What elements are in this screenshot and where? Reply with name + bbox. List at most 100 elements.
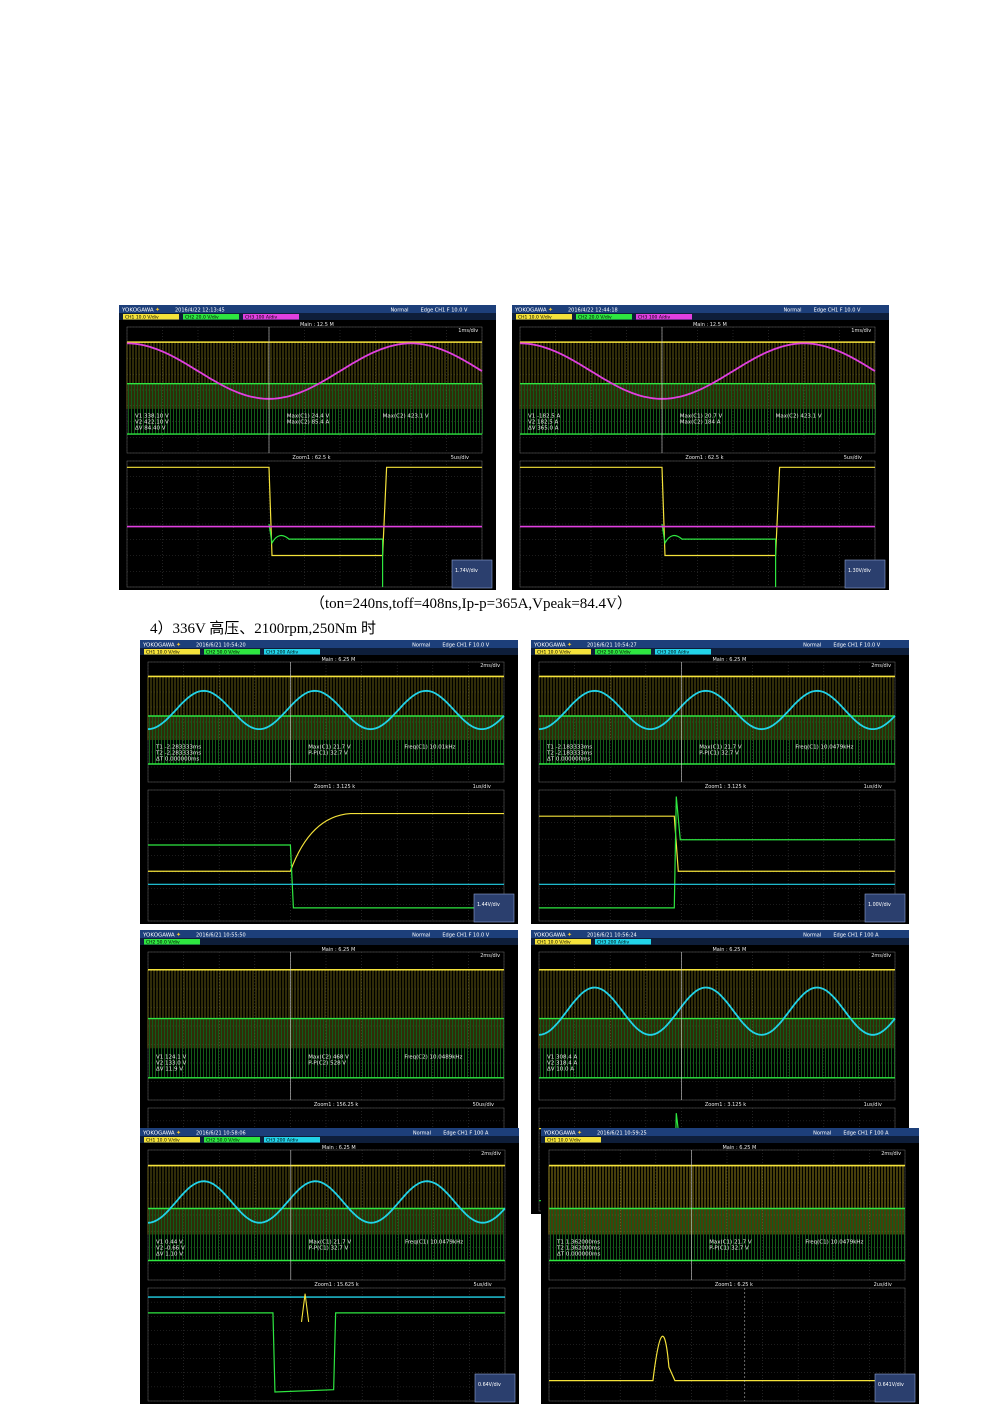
timestamp: 2016/6/21 10:55:50: [196, 933, 246, 939]
ch1-label: CH1 10.0 V/div: [537, 939, 571, 945]
brand-logo: YOKOGAWA: [543, 1131, 576, 1137]
ch1-label: CH1 10.0 V/div: [146, 1137, 180, 1143]
ch2-label: CH2 20.0 V/div: [185, 314, 219, 320]
ch1-label: CH1 10.0 V/div: [518, 314, 552, 320]
acq-mode: Normal: [390, 308, 408, 314]
info-box: [451, 559, 493, 589]
zoom-div: 1us/div: [473, 784, 491, 790]
scope-screenshot-1: YOKOGAWA ✦ 2016/4/22 12:13:45 Normal Edge CH…: [119, 305, 496, 590]
main-timebase: Main : 6.25 M: [322, 1145, 356, 1151]
info-box: [844, 559, 886, 589]
brand-logo: YOKOGAWA: [142, 1131, 175, 1137]
ch3-label: CH3 200 A/div: [266, 1137, 299, 1143]
zoom-timebase: Zoom1 : 156.25 k: [314, 1102, 359, 1108]
timestamp: 2016/6/21 10:54:20: [196, 643, 246, 649]
ch3-label: CH3 200 A/div: [657, 649, 690, 655]
zoom-grid: [538, 789, 896, 922]
green-rise-trace: [539, 796, 895, 909]
acq-mode: Normal: [413, 1131, 431, 1137]
zoom-grid: [126, 460, 483, 588]
trigger-setting: Edge CH1 F 100 A: [833, 933, 879, 939]
acq-mode: Normal: [412, 933, 430, 939]
brand-star-icon: ✦: [548, 307, 553, 314]
yellow-spike-trace: [300, 1293, 310, 1322]
measure-3: ΔV 10.0 A: [547, 1067, 574, 1073]
measure-max-3: Max(C2) 423.1 V: [776, 414, 822, 420]
main-timebase: Main : 6.25 M: [321, 657, 355, 663]
measure-3: ΔV 84.40 V: [135, 426, 166, 432]
ch3-label: CH3 100 A/div: [245, 314, 278, 320]
measure-max-3: Freq(C1) 10.0479kHz: [795, 744, 853, 750]
main-div: 1ms/div: [851, 328, 871, 334]
main-timebase: Main : 6.25 M: [321, 947, 355, 953]
trigger-setting: Edge CH1 F 100 A: [443, 1131, 489, 1137]
acq-mode: Normal: [783, 308, 801, 314]
measure-max-3: Freq(C1) 10.0479kHz: [405, 1240, 463, 1246]
ch2-label: CH2 50.0 V/div: [206, 1137, 240, 1143]
measure-max-2: Max(C2) 184 A: [680, 420, 721, 426]
measure-max-2: P-P(C1) 32.7 V: [699, 750, 739, 756]
brand-star-icon: ✦: [567, 932, 572, 939]
zoom-div: 1us/div: [864, 784, 882, 790]
main-div: 2ms/div: [481, 1151, 501, 1157]
measure-max-2: P-P(C1) 32.7 V: [308, 750, 348, 756]
measure-3: ΔT 0.000000ms: [547, 756, 590, 762]
brand-logo: YOKOGAWA: [142, 933, 175, 939]
zoom-timebase: Zoom1 : 3.125 k: [314, 784, 355, 790]
scope-svg: YOKOGAWA ✦ 2016/6/21 10:54:27 Normal Edge CH…: [531, 640, 909, 923]
acq-mode: Normal: [803, 933, 821, 939]
brand-logo: YOKOGAWA: [514, 308, 547, 314]
acq-mode: Normal: [803, 643, 821, 649]
zoom-div: 2us/div: [874, 1282, 892, 1288]
zoom-timebase: Zoom1 : 15.625 k: [314, 1282, 359, 1288]
trigger-setting: Edge CH1 F 100 A: [843, 1131, 889, 1137]
measure-max-3: Freq(C2) 10.0489kHz: [404, 1055, 462, 1061]
main-timebase: Main : 12.5 M: [693, 322, 727, 328]
measure-max-2: Max(C2) 85.4 A: [287, 420, 330, 426]
timestamp: 2016/4/22 12:13:45: [175, 308, 225, 314]
trigger-setting: Edge CH1 F 10.0 V: [833, 643, 880, 649]
main-timebase: Main : 12.5 M: [300, 322, 334, 328]
info-box-value: 1.00V/div: [868, 902, 891, 908]
brand-logo: YOKOGAWA: [142, 643, 175, 649]
measure-max-3: Freq(C1) 10.01kHz: [404, 744, 455, 750]
section-heading: 4）336V 高压、2100rpm,250Nm 时: [150, 621, 376, 637]
zoom-div: 50us/div: [473, 1102, 494, 1108]
ch2-label: CH2 50.0 V/div: [146, 939, 180, 945]
info-box-value: 0.641V/div: [878, 1382, 904, 1388]
brand-star-icon: ✦: [567, 642, 572, 649]
main-div: 2ms/div: [881, 1151, 901, 1157]
measure-3: ΔT 0.000000ms: [557, 1252, 600, 1258]
measure-3: ΔV 365.0 A: [528, 426, 559, 432]
brand-star-icon: ✦: [577, 1130, 582, 1137]
ch1-label: CH1 10.0 V/div: [146, 649, 180, 655]
brand-logo: YOKOGAWA: [533, 643, 566, 649]
figure-caption: （ton=240ns,toff=408ns,Ip-p=365A,Vpeak=84…: [310, 596, 632, 612]
brand-logo: YOKOGAWA: [121, 308, 154, 314]
ch1-label: CH1 10.0 V/div: [537, 649, 571, 655]
zoom-timebase: Zoom1 : 3.125 k: [705, 1102, 746, 1108]
zoom-grid: [147, 1287, 506, 1402]
scope-screenshot-4: YOKOGAWA ✦ 2016/6/21 10:54:27 Normal Edge CH…: [531, 640, 909, 924]
scope-svg: YOKOGAWA ✦ 2016/4/22 12:44:18 Normal Edge CH…: [512, 305, 889, 589]
scope-svg: YOKOGAWA ✦ 2016/4/22 12:13:45 Normal Edge CH…: [119, 305, 496, 589]
trigger-setting: Edge CH1 F 10.0 V: [814, 308, 861, 314]
zoom-div: 5us/div: [451, 455, 469, 461]
main-div: 2ms/div: [480, 663, 500, 669]
measure-max-2: P-P(C1) 32.7 V: [709, 1246, 749, 1252]
scope-svg: YOKOGAWA ✦ 2016/6/21 10:58:06 Normal Edge CH…: [140, 1128, 519, 1403]
zoom-div: 1us/div: [864, 1102, 882, 1108]
ch3-label: CH3 200 A/div: [597, 939, 630, 945]
zoom-timebase: Zoom1 : 62.5 k: [292, 455, 330, 461]
zoom-timebase: Zoom1 : 6.25 k: [715, 1282, 753, 1288]
info-box: [874, 1373, 916, 1403]
timestamp: 2016/6/21 10:56:24: [587, 933, 637, 939]
info-box: [473, 893, 515, 923]
measure-3: ΔV 1.10 V: [156, 1252, 183, 1258]
scope-screenshot-3: YOKOGAWA ✦ 2016/6/21 10:54:20 Normal Edge CH…: [140, 640, 518, 924]
scope-svg: YOKOGAWA ✦ 2016/6/21 10:59:25 Normal Edge CH…: [541, 1128, 919, 1403]
ch3-label: CH3 200 A/div: [266, 649, 299, 655]
ch2-label: CH2 50.0 V/div: [206, 649, 240, 655]
main-timebase: Main : 6.25 M: [722, 1145, 756, 1151]
info-box-value: 1.30V/div: [848, 568, 871, 574]
